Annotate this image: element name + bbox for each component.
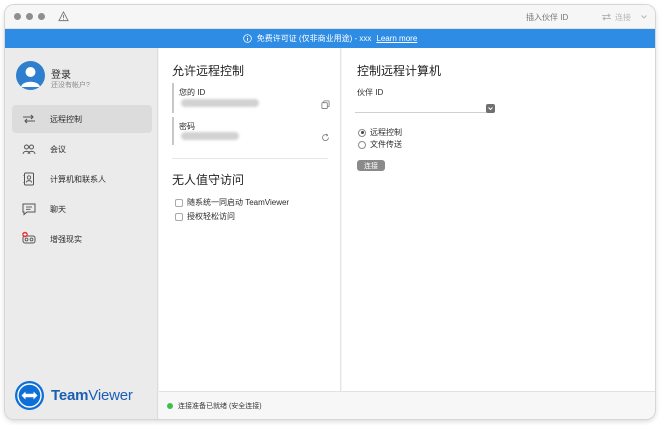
your-id-label: 您的 ID xyxy=(179,88,206,97)
teamviewer-logo: TeamViewer xyxy=(15,381,133,410)
section-divider xyxy=(172,158,328,159)
sidebar-item-remote-control[interactable]: 远程控制 xyxy=(12,105,152,133)
unattended-title: 无人值守访问 xyxy=(172,173,245,187)
status-bar: 连接准备已就绪 (安全连接) xyxy=(159,391,655,419)
partner-id-label: 伙伴 ID xyxy=(357,88,384,97)
sidebar-item-contacts[interactable]: 计算机和联系人 xyxy=(12,165,152,193)
radio-label: 文件传送 xyxy=(370,140,402,149)
title-bar: 连接 xyxy=(5,5,655,29)
radio-button[interactable] xyxy=(358,128,366,137)
status-text: 连接准备已就绪 (安全连接) xyxy=(178,402,262,410)
close-window-button[interactable] xyxy=(14,13,21,20)
radio-label: 远程控制 xyxy=(370,128,402,137)
connect-arrows-icon xyxy=(602,13,611,21)
control-remote-panel: 控制远程计算机 伙伴 ID 远程控制 文件传送 连接 xyxy=(342,48,655,391)
user-icon xyxy=(21,67,40,87)
augmented-reality-icon xyxy=(22,231,36,244)
sidebar: 登录 还没有帐户? 远程控制 会议 计算机和联系人 聊天 增强现实 TeamVi… xyxy=(5,48,158,419)
chat-icon xyxy=(22,203,36,216)
double-arrow-icon xyxy=(17,383,42,408)
password-value[interactable] xyxy=(181,132,239,140)
connect-button[interactable]: 连接 xyxy=(357,160,385,171)
allow-remote-title: 允许远程控制 xyxy=(172,64,245,78)
sidebar-nav: 远程控制 会议 计算机和联系人 聊天 增强现实 xyxy=(12,105,152,255)
quick-connect-button[interactable]: 连接 xyxy=(601,11,648,23)
license-banner: 免费许可证 (仅非商业用途) - xxx Learn more xyxy=(5,29,655,48)
teamviewer-window: 连接 免费许可证 (仅非商业用途) - xxx Learn more 登录 还没… xyxy=(5,5,655,419)
your-id-value[interactable] xyxy=(181,99,259,107)
teamviewer-logo-icon xyxy=(15,381,44,410)
refresh-icon[interactable] xyxy=(321,133,330,142)
sidebar-item-augmented-reality[interactable]: 增强现实 xyxy=(12,225,152,253)
info-icon xyxy=(242,34,252,43)
sidebar-item-chat[interactable]: 聊天 xyxy=(12,195,152,223)
copy-icon[interactable] xyxy=(321,100,330,109)
contacts-icon xyxy=(23,172,34,186)
status-indicator-icon xyxy=(167,402,173,409)
learn-more-link[interactable]: Learn more xyxy=(376,34,417,43)
brand-name: TeamViewer xyxy=(51,387,133,404)
chevron-down-icon[interactable] xyxy=(640,14,648,20)
sidebar-item-label: 远程控制 xyxy=(50,114,82,124)
password-label: 密码 xyxy=(179,122,195,131)
checkbox-box[interactable] xyxy=(175,198,183,207)
sidebar-item-label: 增强现实 xyxy=(50,234,82,244)
sidebar-item-label: 聊天 xyxy=(50,204,66,214)
your-id-field-bar xyxy=(172,83,174,113)
partner-id-input[interactable] xyxy=(355,103,493,113)
control-remote-title: 控制远程计算机 xyxy=(357,64,442,78)
sidebar-item-meeting[interactable]: 会议 xyxy=(12,135,152,163)
warning-icon[interactable] xyxy=(58,11,69,22)
partner-id-dropdown[interactable] xyxy=(486,104,495,113)
no-account-link[interactable]: 还没有帐户? xyxy=(51,80,90,90)
sign-in-link[interactable]: 登录 xyxy=(51,66,71,81)
allow-remote-panel: 允许远程控制 您的 ID 密码 无人值守访问 随系统一同启动 TeamViewe… xyxy=(159,48,341,391)
license-text: 免费许可证 (仅非商业用途) - xxx xyxy=(256,34,372,43)
remote-control-icon xyxy=(23,114,35,124)
mode-remote-control-radio[interactable]: 远程控制 xyxy=(358,127,402,138)
grant-easy-access-checkbox[interactable]: 授权轻松访问 xyxy=(175,211,235,222)
start-with-system-checkbox[interactable]: 随系统一同启动 TeamViewer xyxy=(175,197,289,208)
checkbox-label: 随系统一同启动 TeamViewer xyxy=(187,198,290,207)
password-field-bar xyxy=(172,117,174,145)
zoom-window-button[interactable] xyxy=(38,13,45,20)
radio-button[interactable] xyxy=(358,140,366,149)
quick-connect-label: 连接 xyxy=(615,12,631,22)
checkbox-box[interactable] xyxy=(175,212,183,221)
sidebar-item-label: 计算机和联系人 xyxy=(50,174,106,184)
brand-name-light: Viewer xyxy=(88,387,133,404)
partner-id-quick-input[interactable] xyxy=(518,10,588,24)
chevron-down-icon xyxy=(488,107,493,111)
mode-file-transfer-radio[interactable]: 文件传送 xyxy=(358,139,402,150)
sidebar-item-label: 会议 xyxy=(50,144,66,154)
brand-name-bold: Team xyxy=(51,387,89,404)
checkbox-label: 授权轻松访问 xyxy=(187,212,235,221)
minimize-window-button[interactable] xyxy=(26,13,33,20)
avatar[interactable] xyxy=(16,61,45,90)
meeting-icon xyxy=(22,144,36,155)
